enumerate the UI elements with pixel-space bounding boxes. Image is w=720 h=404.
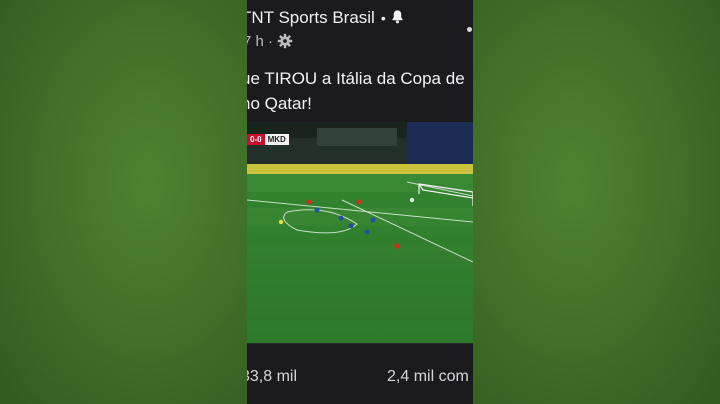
post-caption: ue TIROU a Itália da Copa de no Qatar! (247, 66, 473, 116)
fans-section (407, 122, 473, 164)
separator-dot: • (380, 10, 386, 26)
post-time: 7 h · (247, 33, 274, 50)
match-frame (247, 122, 473, 343)
opponent-team: MKD (264, 134, 289, 145)
right-background-panel (473, 0, 720, 404)
gear-icon[interactable] (277, 33, 293, 55)
comments-count[interactable]: 2,4 mil com (387, 368, 469, 386)
stands-middle (317, 128, 397, 146)
score-value: 0-0 (247, 134, 265, 145)
likes-count[interactable]: 33,8 mil (247, 368, 297, 386)
left-background-panel (0, 0, 247, 404)
more-options-icon[interactable] (467, 27, 472, 32)
channel-name[interactable]: TNT Sports Brasil (247, 8, 375, 27)
caption-line: ue TIROU a Itália da Copa de (247, 69, 465, 88)
scoreboard: 0-0 MKD (247, 134, 289, 145)
bell-icon[interactable] (390, 7, 405, 31)
engagement-bar: 33,8 mil 2,4 mil com (247, 343, 473, 404)
social-post: TNT Sports Brasil • 7 h · ue TIROU a Itál… (247, 0, 473, 404)
post-header: TNT Sports Brasil • (247, 6, 405, 31)
video-player[interactable]: 0-0 MKD (247, 122, 473, 343)
post-meta: 7 h · (247, 32, 293, 55)
advertising-boards (247, 164, 473, 174)
caption-line: no Qatar! (247, 94, 312, 113)
